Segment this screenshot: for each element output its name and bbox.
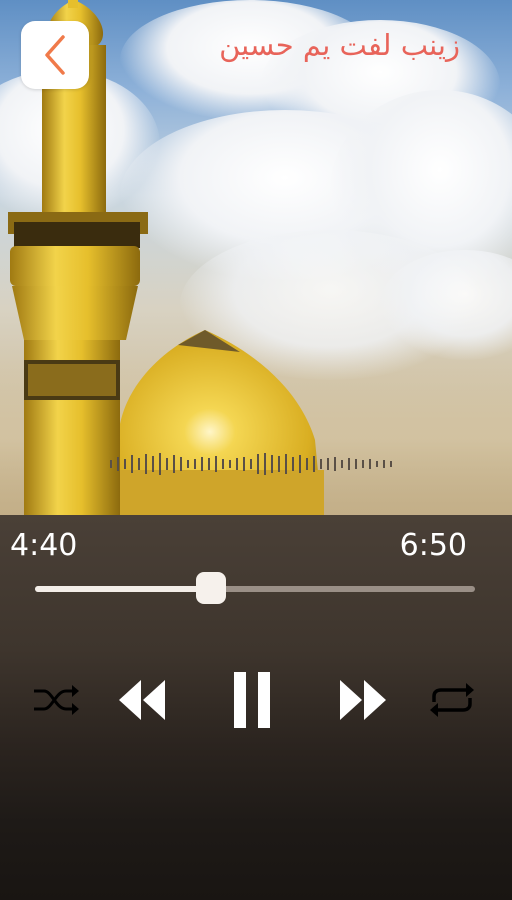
pause-button[interactable] [224,670,280,730]
back-button[interactable] [21,21,89,89]
shuffle-icon [34,685,79,715]
seek-bar[interactable] [35,572,475,604]
elapsed-time: 4:40 [10,528,78,563]
repeat-icon [430,683,474,717]
audio-waveform [110,452,392,476]
shuffle-button[interactable] [30,670,82,730]
seek-thumb[interactable] [196,572,226,604]
seek-bar-progress [35,586,211,592]
track-title: زینب لفت یم حسین [219,28,460,62]
next-button[interactable] [336,670,390,730]
total-duration: 6:50 [399,528,467,563]
repeat-button[interactable] [424,670,480,730]
player-screen: زینب لفت یم حسین 4:40 6:50 [0,0,512,900]
fast-forward-icon [340,680,386,720]
chevron-left-icon [45,35,65,75]
previous-button[interactable] [115,670,169,730]
rewind-icon [119,680,165,720]
pause-icon [234,672,270,728]
